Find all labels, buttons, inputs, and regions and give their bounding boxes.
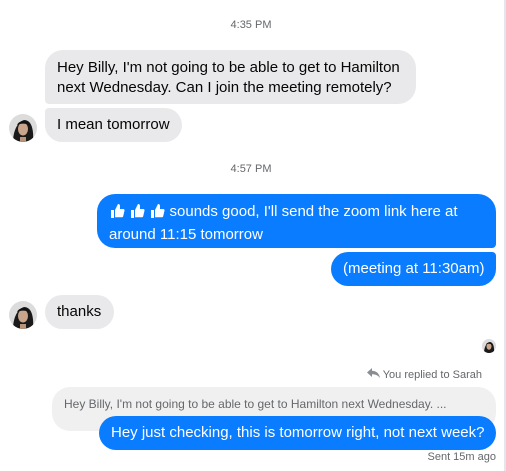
outgoing-message[interactable]: sounds good, I'll send the zoom link her… xyxy=(97,194,496,248)
incoming-message[interactable]: thanks xyxy=(45,295,114,329)
message-line: sounds good, I'll send the zoom link her… xyxy=(109,202,484,225)
message-text: (meeting at 11:30am) xyxy=(343,260,485,277)
message-line: Hey Billy, I'm not going to be able to g… xyxy=(57,59,400,76)
reply-arrow-icon xyxy=(366,368,380,381)
thumbs-up-icon xyxy=(129,203,145,225)
timestamp: 4:57 PM xyxy=(230,163,272,175)
message-text: Hey just checking, this is tomorrow righ… xyxy=(111,424,485,441)
seen-avatar xyxy=(482,339,496,353)
outgoing-message[interactable]: Hey just checking, this is tomorrow righ… xyxy=(99,416,496,450)
message-status: Sent 15m ago xyxy=(427,451,497,463)
reply-label-text: You replied to Sarah xyxy=(382,368,482,381)
reply-label: You replied to Sarah xyxy=(366,368,482,381)
message-text: thanks xyxy=(57,303,102,320)
message-line: next Wednesday. Can I join the meeting r… xyxy=(57,79,392,96)
message-line: around 11:15 tomorrow xyxy=(109,226,263,243)
contact-avatar[interactable] xyxy=(9,301,37,329)
outgoing-message[interactable]: (meeting at 11:30am) xyxy=(331,252,496,286)
message-text: sounds good, I'll send the zoom link her… xyxy=(165,203,458,220)
timestamp: 4:35 PM xyxy=(230,19,272,31)
message-text: I mean tomorrow xyxy=(57,116,170,133)
message-thread: 4:35 PM Hey Billy, I'm not going to be a… xyxy=(0,0,506,471)
contact-avatar[interactable] xyxy=(9,114,37,142)
incoming-message[interactable]: Hey Billy, I'm not going to be able to g… xyxy=(45,50,416,104)
incoming-message[interactable]: I mean tomorrow xyxy=(45,108,182,142)
quoted-text: Hey Billy, I'm not going to be able to g… xyxy=(64,397,447,411)
thumbs-up-icon xyxy=(149,203,165,225)
thumbs-up-icon xyxy=(109,203,125,225)
